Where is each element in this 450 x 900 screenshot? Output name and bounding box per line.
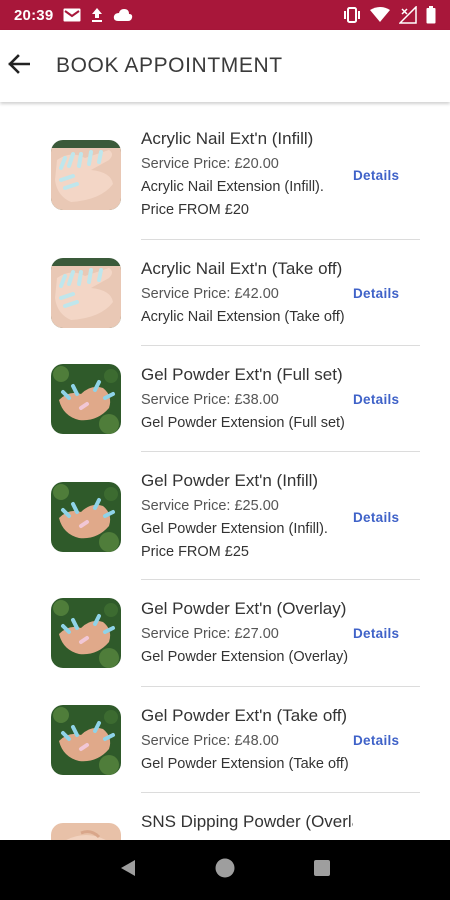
vibrate-icon — [343, 7, 361, 23]
recents-square-icon — [313, 859, 331, 882]
cloud-icon — [113, 8, 133, 22]
service-thumbnail — [51, 705, 121, 775]
gmail-icon — [63, 8, 81, 22]
service-info: Acrylic Nail Ext'n (Take off) Service Pr… — [141, 258, 353, 329]
service-description: Acrylic Nail Extension (Infill). — [141, 179, 324, 195]
details-link[interactable]: Details — [353, 510, 399, 525]
service-price: Service Price: £38.00 — [141, 392, 279, 408]
service-description: Acrylic Nail Extension (Take off) — [141, 309, 345, 325]
service-info: Gel Powder Ext'n (Infill) Service Price:… — [141, 470, 353, 564]
status-left-icons — [63, 7, 133, 23]
list-item[interactable]: Gel Powder Ext'n (Infill) Service Price:… — [0, 452, 450, 580]
details-link[interactable]: Details — [353, 168, 399, 183]
nav-back-button[interactable] — [108, 850, 148, 890]
service-name: SNS Dipping Powder (Overlay) — [141, 812, 353, 831]
back-button[interactable] — [4, 51, 34, 81]
service-info: Gel Powder Ext'n (Take off) Service Pric… — [141, 705, 353, 776]
battery-icon — [426, 6, 436, 24]
service-price: Service Price: £25.00 — [141, 498, 279, 514]
nav-home-button[interactable] — [205, 850, 245, 890]
service-price: Service Price: £42.00 — [141, 286, 279, 302]
service-description: Gel Powder Extension (Full set) — [141, 415, 345, 431]
details-link[interactable]: Details — [353, 626, 399, 641]
service-name: Gel Powder Ext'n (Infill) — [141, 471, 319, 490]
home-circle-icon — [214, 857, 236, 884]
service-list[interactable]: Acrylic Nail Ext'n (Infill) Service Pric… — [0, 102, 450, 840]
list-item[interactable]: SNS Dipping Powder (Overlay) — [0, 793, 450, 840]
nav-recents-button[interactable] — [302, 850, 342, 890]
service-thumbnail — [51, 140, 121, 210]
app-bar: BOOK APPOINTMENT — [0, 30, 450, 102]
service-thumbnail — [51, 364, 121, 434]
service-name: Gel Powder Ext'n (Full set) — [141, 365, 343, 384]
list-item[interactable]: Gel Powder Ext'n (Overlay) Service Price… — [0, 580, 450, 687]
service-price: Service Price: £20.00 — [141, 156, 279, 172]
service-info: Gel Powder Ext'n (Full set) Service Pric… — [141, 364, 353, 435]
arrow-left-icon — [8, 53, 31, 79]
service-thumbnail — [51, 258, 121, 328]
back-triangle-icon — [119, 858, 137, 883]
service-name: Gel Powder Ext'n (Take off) — [141, 706, 348, 725]
status-time: 20:39 — [14, 6, 54, 24]
service-description: Gel Powder Extension (Take off) — [141, 756, 349, 772]
service-price: Service Price: £27.00 — [141, 626, 279, 642]
list-item[interactable]: Gel Powder Ext'n (Take off) Service Pric… — [0, 687, 450, 793]
wifi-icon — [370, 7, 390, 23]
service-price: Service Price: £48.00 — [141, 733, 279, 749]
service-info: Gel Powder Ext'n (Overlay) Service Price… — [141, 598, 353, 669]
service-info: Acrylic Nail Ext'n (Infill) Service Pric… — [141, 128, 353, 222]
service-description-price: Price FROM £20 — [141, 202, 249, 218]
service-description: Gel Powder Extension (Infill). — [141, 521, 328, 537]
service-thumbnail — [51, 482, 121, 552]
service-thumbnail — [51, 598, 121, 668]
service-info: SNS Dipping Powder (Overlay) — [141, 811, 353, 833]
page-title: BOOK APPOINTMENT — [56, 54, 283, 77]
navigation-bar — [0, 840, 450, 900]
upload-icon — [90, 7, 104, 23]
service-description-price: Price FROM £25 — [141, 544, 249, 560]
service-name: Gel Powder Ext'n (Overlay) — [141, 599, 347, 618]
service-name: Acrylic Nail Ext'n (Take off) — [141, 259, 343, 278]
service-description: Gel Powder Extension (Overlay) — [141, 649, 349, 665]
list-item[interactable]: Acrylic Nail Ext'n (Take off) Service Pr… — [0, 240, 450, 346]
status-right-icons — [343, 6, 436, 24]
service-thumbnail — [51, 823, 121, 840]
signal-icon — [399, 6, 417, 24]
status-bar: 20:39 — [0, 0, 450, 30]
service-name: Acrylic Nail Ext'n (Infill) — [141, 129, 314, 148]
details-link[interactable]: Details — [353, 733, 399, 748]
list-item[interactable]: Acrylic Nail Ext'n (Infill) Service Pric… — [0, 102, 450, 240]
list-item[interactable]: Gel Powder Ext'n (Full set) Service Pric… — [0, 346, 450, 452]
details-link[interactable]: Details — [353, 392, 399, 407]
details-link[interactable]: Details — [353, 286, 399, 301]
